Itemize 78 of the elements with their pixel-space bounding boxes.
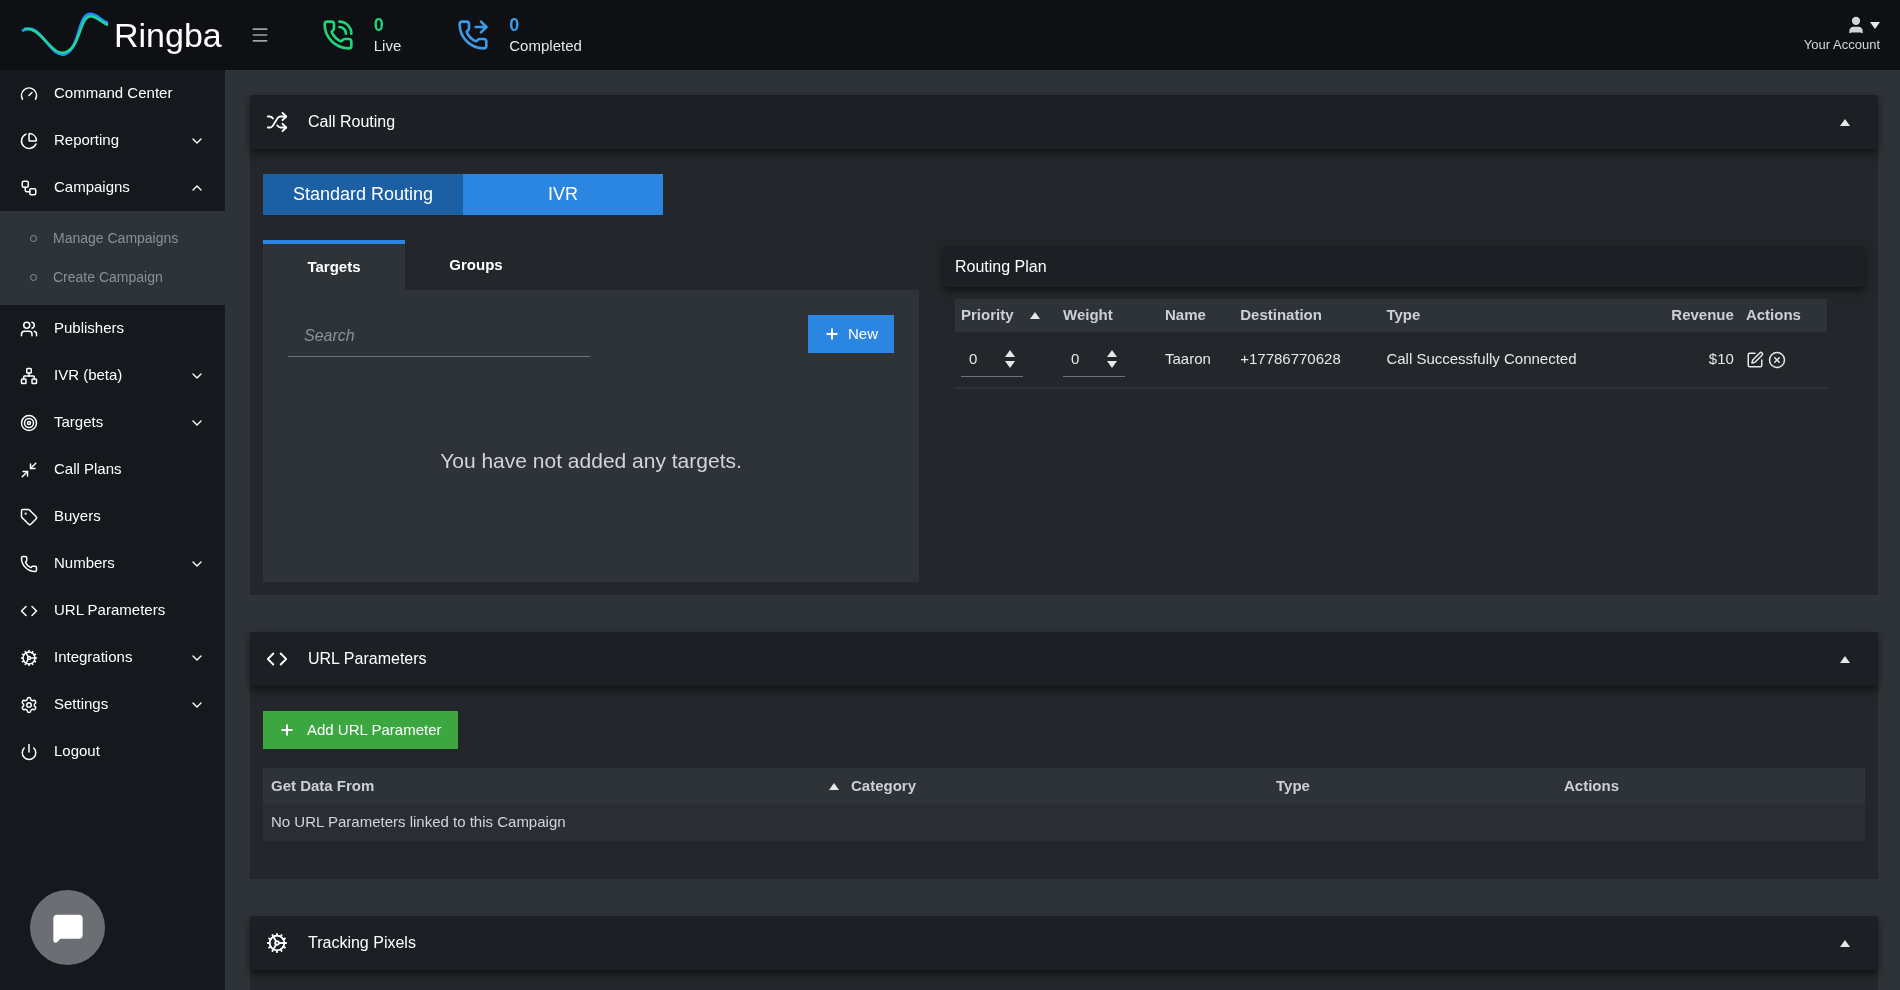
caret-down-icon [1870, 21, 1880, 29]
caret-down-icon [1107, 361, 1117, 368]
sidebar-item[interactable]: Call Plans [0, 446, 225, 493]
sidebar-item[interactable]: Logout [0, 728, 225, 775]
caret-up-icon [1005, 350, 1015, 357]
sidebar-item[interactable]: Campaigns [0, 164, 225, 211]
live-count: 0 [373, 14, 385, 37]
users-icon [20, 319, 38, 338]
sidebar-item[interactable]: Publishers [0, 305, 225, 352]
submenu-item[interactable]: Create Campaign [0, 258, 225, 297]
hierarchy-icon [20, 366, 38, 385]
sidebar-item[interactable]: Integrations [0, 634, 225, 681]
column-header[interactable]: Get Data From [271, 774, 851, 798]
sort-caret-icon [829, 782, 839, 790]
panel-title: Call Routing [308, 112, 396, 132]
empty-message: You have not added any targets. [439, 448, 743, 474]
column-header[interactable]: Priority [955, 299, 1057, 332]
live-label: Live [373, 36, 402, 56]
sidebar-item[interactable]: URL Parameters [0, 587, 225, 634]
settings-icon [20, 695, 38, 714]
number-spinner[interactable]: 0 [1063, 342, 1125, 377]
sidebar-item[interactable]: Numbers [0, 540, 225, 587]
sidebar-item[interactable]: Reporting [0, 117, 225, 164]
tab[interactable]: Groups [405, 240, 547, 290]
caret-up-icon [1840, 118, 1850, 126]
table-cell: Call Successfully Connected [1380, 332, 1644, 388]
user-icon [1846, 15, 1866, 36]
power-icon [20, 742, 38, 761]
caret-up-icon [1840, 655, 1850, 663]
column-header[interactable]: Category [851, 774, 1276, 798]
completed-label: Completed [509, 36, 582, 56]
sidebar-item[interactable]: IVR (beta) [0, 352, 225, 399]
pie-chart-icon [20, 131, 38, 150]
brand-name: Ringba [114, 14, 222, 56]
target-icon [20, 413, 38, 432]
column-header[interactable]: Revenue [1643, 299, 1740, 332]
edit-icon[interactable] [1745, 350, 1764, 369]
column-header[interactable]: Actions [1564, 774, 1857, 798]
caret-down-icon [1005, 361, 1015, 368]
table-cell: +17786770628 [1234, 332, 1381, 388]
sidebar-item[interactable]: Buyers [0, 493, 225, 540]
table-cell: $10 [1643, 332, 1740, 388]
column-header[interactable]: Type [1276, 774, 1564, 798]
empty-row: No URL Parameters linked to this Campaign [263, 804, 1865, 841]
new-button[interactable]: New [808, 315, 894, 353]
table-cell: Taaron [1159, 332, 1235, 388]
routing-plan-title: Routing Plan [955, 256, 1047, 277]
submenu-item[interactable]: Manage Campaigns [0, 219, 225, 258]
plus-icon [824, 326, 840, 342]
completed-count: 0 [509, 14, 521, 37]
tab[interactable]: Targets [263, 240, 405, 290]
search-field[interactable]: Search [288, 315, 590, 357]
column-header[interactable]: Weight [1057, 299, 1159, 332]
routing-mode-toggle[interactable]: Standard Routing [263, 174, 463, 215]
tag-icon [20, 507, 38, 526]
plus-icon [279, 722, 295, 738]
panel-title: URL Parameters [308, 649, 427, 669]
gauge-icon [20, 84, 38, 103]
phone-waves-icon [321, 19, 354, 51]
column-header[interactable]: Type [1380, 299, 1644, 332]
account-menu[interactable]: Your Account [1803, 15, 1880, 55]
sort-caret-icon [1029, 312, 1040, 319]
remove-icon[interactable] [1767, 350, 1786, 369]
panel-title: Tracking Pixels [308, 933, 416, 953]
column-header[interactable]: Name [1159, 299, 1235, 332]
arrows-in-icon [20, 460, 38, 479]
column-header[interactable]: Actions [1739, 299, 1827, 332]
number-spinner[interactable]: 0 [961, 342, 1023, 377]
sidebar-item[interactable]: Targets [0, 399, 225, 446]
shuffle-icon [266, 111, 288, 133]
workflow-icon [20, 178, 38, 197]
caret-up-icon [1840, 939, 1850, 947]
routing-mode-toggle[interactable]: IVR [463, 174, 663, 215]
sidebar-item[interactable]: Command Center [0, 70, 225, 117]
phone-icon [20, 554, 38, 573]
caret-up-icon [1107, 350, 1117, 357]
column-header[interactable]: Destination [1234, 299, 1381, 332]
sidebar-item[interactable]: Settings [0, 681, 225, 728]
